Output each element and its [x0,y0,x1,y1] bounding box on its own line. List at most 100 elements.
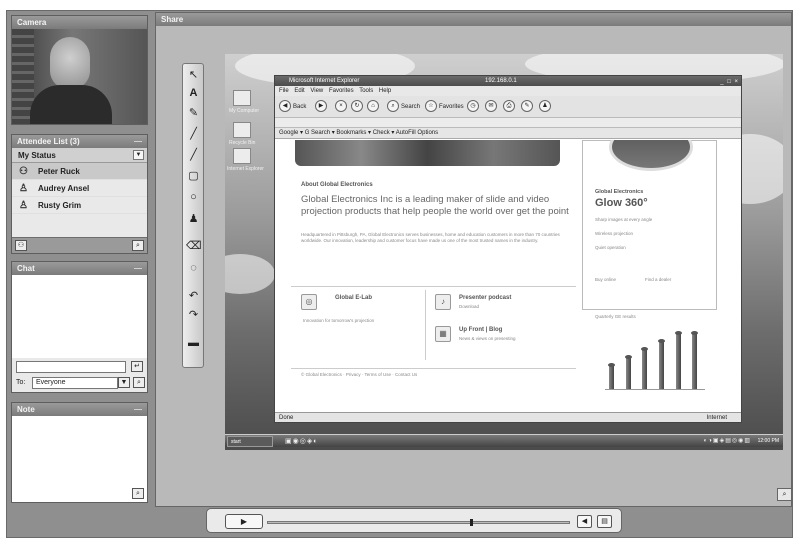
chart-bar [609,365,614,389]
pointer-tool-icon[interactable]: ↖ [186,68,201,82]
send-icon[interactable]: ↵ [131,361,143,372]
pod-menu-icon[interactable]: ⌕ [132,488,144,499]
presenter-body [30,85,112,124]
messenger-icon[interactable]: ♟ [539,100,551,112]
menu-help[interactable]: Help [379,88,391,94]
pod-menu-icon[interactable]: ⌕ [132,240,144,251]
user-options-icon[interactable]: ⚇ [15,240,27,251]
menu-file[interactable]: File [279,88,289,94]
chat-pod: Chat — ↵ To: Everyone ▼ ⌕ [11,261,148,393]
system-tray-icons[interactable]: ◐◑▣◈▤◎◉▥ [704,437,751,446]
playback-timeline[interactable] [267,519,570,526]
buy-online-link[interactable]: Buy online [595,277,616,282]
quick-launch-icons[interactable]: ▣◉◎◈◐ [285,437,318,446]
host-icon: ⚇ [19,166,28,177]
back-icon[interactable]: ◀ [279,100,291,112]
feature-text: News & views on presenting [459,336,516,341]
product-bullet: Quiet operation [595,245,626,250]
note-text-area[interactable] [12,416,147,502]
redo-icon[interactable]: ↷ [186,308,201,322]
back-label[interactable]: Back [293,104,306,110]
history-icon[interactable]: ◷ [467,100,479,112]
my-computer-icon[interactable] [233,90,251,106]
blog-icon[interactable]: ▦ [435,326,451,342]
desktop-icon-label: My Computer [229,108,260,114]
my-status-row[interactable]: My Status ▼ [12,148,147,163]
internet-explorer-icon[interactable] [233,148,251,164]
share-pod-header[interactable]: Share [156,13,791,26]
menu-view[interactable]: View [310,88,323,94]
zoom-icon[interactable]: ⌕ [777,488,792,501]
chat-pod-header[interactable]: Chat — [12,262,147,275]
browser-title-bar[interactable]: Microsoft Internet Explorer 192.168.0.1 … [275,76,741,86]
forward-icon[interactable]: ▶ [315,100,327,112]
browser-window: Microsoft Internet Explorer 192.168.0.1 … [274,75,742,423]
feature-title[interactable]: Global E-Lab [335,295,372,301]
window-controls-icon[interactable]: _ □ × [720,77,739,87]
line-tool-icon[interactable]: ╱ [186,148,201,162]
undo-icon[interactable]: ↶ [186,289,201,303]
playhead[interactable] [469,519,473,526]
web-page-content: About Global Electronics Global Electron… [275,140,741,412]
search-label[interactable]: Search [401,104,420,110]
eraser-tool-icon[interactable]: ⌫ [186,239,202,253]
attendee-item[interactable]: ⚇ Peter Ruck [12,163,147,180]
menu-edit[interactable]: Edit [294,88,304,94]
favorites-label[interactable]: Favorites [439,104,464,110]
find-dealer-link[interactable]: Find a dealer [645,277,671,282]
stamp-tool-icon[interactable]: ♟ [186,212,201,226]
edit-icon[interactable]: ✎ [521,100,533,112]
home-icon[interactable]: ⌂ [367,100,379,112]
start-button[interactable]: start [227,436,273,447]
text-tool-icon[interactable]: A [186,86,201,100]
feature-title[interactable]: Up Front | Blog [459,327,502,333]
note-pod-header[interactable]: Note — [12,403,147,416]
status-text: Done [279,415,294,421]
clear-icon[interactable]: ▬ [186,336,201,350]
chevron-down-icon[interactable]: ▼ [118,377,130,388]
camera-video-feed [12,29,147,124]
ellipse-tool-icon[interactable]: ○ [186,190,201,204]
rectangle-tool-icon[interactable]: ▢ [186,169,201,183]
attendee-list-pod: Attendee List (3) — My Status ▼ ⚇ Peter Ruc… [11,134,148,254]
minimize-icon[interactable]: — [134,135,142,148]
print-icon[interactable]: ⎙ [503,100,515,112]
refresh-icon[interactable]: ↻ [351,100,363,112]
footer-divider [291,368,576,369]
lab-icon[interactable]: ◎ [301,294,317,310]
chart-bar [625,357,631,389]
mail-icon[interactable]: ✉ [485,100,497,112]
feature-title[interactable]: Presenter podcast [459,295,511,301]
mic-icon[interactable]: ♪ [435,294,451,310]
search-icon[interactable]: ⌕ [387,100,399,112]
attendee-list-header[interactable]: Attendee List (3) — [12,135,147,148]
color-picker-icon[interactable]: ◌ [186,261,201,275]
attendee-name: Audrey Ansel [38,184,90,193]
chat-message-input[interactable] [16,361,126,373]
attendee-item[interactable]: ♙ Audrey Ansel [12,180,147,197]
attendee-item[interactable]: ♙ Rusty Grim [12,197,147,214]
browser-menu-bar: File Edit View Favorites Tools Help [275,86,741,96]
chart-caption: Quarterly GE results [595,314,636,319]
menu-tools[interactable]: Tools [359,88,373,94]
minimize-icon[interactable]: — [134,262,142,275]
recycle-bin-icon[interactable] [233,122,251,138]
favorites-icon[interactable]: ☆ [425,100,437,112]
address-bar[interactable] [275,118,741,128]
volume-icon[interactable]: ◀ [577,515,592,528]
chevron-down-icon[interactable]: ▼ [133,150,144,160]
page-footer: © Global Electronics · Privacy · Terms o… [301,372,418,377]
stop-icon[interactable]: × [335,100,347,112]
feature-text: Innovation for tomorrow's projection [303,318,375,323]
pod-menu-icon[interactable]: ⌕ [133,377,145,388]
camera-pod-header[interactable]: Camera [12,16,147,29]
chat-recipient-select[interactable]: Everyone [32,377,118,389]
feature-text: Download [459,304,480,309]
highlighter-tool-icon[interactable]: ╱ [186,127,201,141]
attendee-name: Peter Ruck [38,167,80,176]
minimize-icon[interactable]: — [134,403,142,416]
play-icon[interactable]: ▶ [225,514,263,529]
menu-favorites[interactable]: Favorites [329,88,354,94]
captions-icon[interactable]: ▤ [597,515,612,528]
pencil-tool-icon[interactable]: ✎ [186,106,201,120]
